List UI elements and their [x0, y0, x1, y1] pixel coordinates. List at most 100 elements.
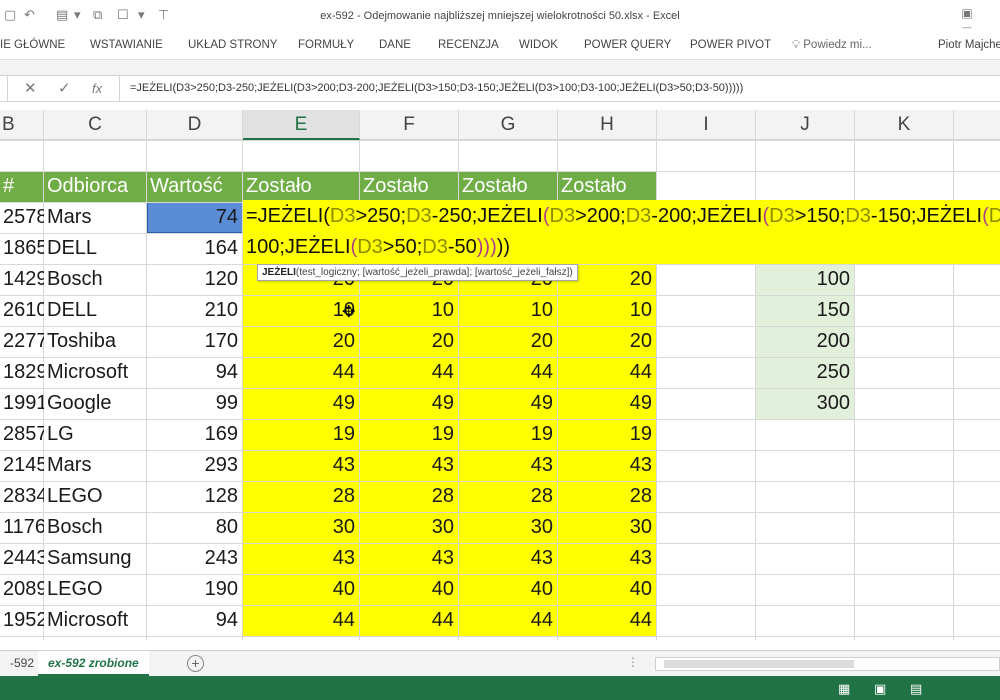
table-cell-d[interactable]: 210	[147, 295, 243, 326]
threshold-cell[interactable]: 100	[756, 264, 855, 295]
table-cell-d[interactable]: 169	[147, 419, 243, 450]
page-break-icon[interactable]: ▤	[910, 681, 922, 697]
column-header-j[interactable]: J	[756, 110, 855, 140]
table-cell-h[interactable]: 43	[558, 450, 657, 481]
column-header-e[interactable]: E	[243, 110, 360, 140]
table-cell-c[interactable]: LEGO	[44, 574, 147, 605]
table-cell-e[interactable]: 28	[243, 481, 360, 512]
table-cell-d[interactable]: 170	[147, 326, 243, 357]
table-cell-e[interactable]: 30	[243, 512, 360, 543]
table-cell-d[interactable]: 243	[147, 543, 243, 574]
add-sheet-icon[interactable]: +	[187, 655, 204, 672]
table-cell-c[interactable]: LEGO	[44, 481, 147, 512]
table-cell-b[interactable]: 2089	[0, 574, 44, 605]
table-cell-f[interactable]: 30	[360, 512, 459, 543]
tab-formulas[interactable]: FORMUŁY	[298, 39, 354, 51]
table-cell-c[interactable]: Bosch	[44, 264, 147, 295]
table-cell-g[interactable]: 10	[459, 295, 558, 326]
table-cell-d[interactable]: 164	[147, 233, 243, 264]
table-cell-b[interactable]: 2834	[0, 481, 44, 512]
restore-icon[interactable]: ▣	[958, 6, 976, 22]
worksheet-grid[interactable]: # Odbiorca Wartość Zostało Zostało Zosta…	[0, 140, 1000, 640]
table-cell-e[interactable]: 49	[243, 388, 360, 419]
table-cell-h[interactable]: 19	[558, 419, 657, 450]
table-cell-f[interactable]: 40	[360, 574, 459, 605]
table-cell-d[interactable]: 190	[147, 574, 243, 605]
table-cell-d[interactable]: 80	[147, 512, 243, 543]
table-cell-c[interactable]: Microsoft	[44, 605, 147, 636]
column-header-f[interactable]: F	[360, 110, 459, 140]
table-cell-h[interactable]: 40	[558, 574, 657, 605]
table-cell-b[interactable]: 2277	[0, 326, 44, 357]
table-cell-g[interactable]: 28	[459, 481, 558, 512]
table-cell-f[interactable]: 43	[360, 450, 459, 481]
table-cell-d[interactable]: 74	[147, 202, 243, 233]
tab-power-pivot[interactable]: POWER PIVOT	[690, 39, 771, 51]
tab-review[interactable]: RECENZJA	[438, 39, 499, 51]
table-cell-g[interactable]: 20	[459, 326, 558, 357]
cell-edit-box[interactable]: =JEŻELI(D3>250;D3-250;JEŻELI(D3>200;D3-2…	[243, 200, 1000, 264]
table-cell-f[interactable]: 44	[360, 357, 459, 388]
table-cell-h[interactable]: 49	[558, 388, 657, 419]
table-cell-f[interactable]: 43	[360, 543, 459, 574]
table-cell-b[interactable]: 2610	[0, 295, 44, 326]
more-tabs-icon[interactable]: ⋮	[627, 655, 639, 669]
column-header-h[interactable]: H	[558, 110, 657, 140]
table-cell-c[interactable]: Mars	[44, 450, 147, 481]
horizontal-scrollbar[interactable]	[655, 657, 1000, 671]
table-cell-f[interactable]: 44	[360, 605, 459, 636]
table-cell-d[interactable]: 120	[147, 264, 243, 295]
table-cell-e[interactable]: 19	[243, 419, 360, 450]
table-cell-g[interactable]: 49	[459, 388, 558, 419]
tab-data[interactable]: DANE	[379, 39, 411, 51]
tab-insert[interactable]: WSTAWIANIE	[90, 39, 163, 51]
table-cell-d[interactable]: 99	[147, 388, 243, 419]
table-cell-c[interactable]: Bosch	[44, 512, 147, 543]
table-cell-h[interactable]: 30	[558, 512, 657, 543]
tab-page-layout[interactable]: UKŁAD STRONY	[188, 39, 277, 51]
table-cell-c[interactable]: Samsung	[44, 543, 147, 574]
table-cell-b[interactable]: 1952	[0, 605, 44, 636]
table-cell-b[interactable]: 1865	[0, 233, 44, 264]
table-cell-g[interactable]: 43	[459, 450, 558, 481]
table-cell-g[interactable]: 30	[459, 512, 558, 543]
enter-icon[interactable]: ✓	[58, 79, 71, 97]
column-header-d[interactable]: D	[147, 110, 243, 140]
table-cell-f[interactable]: 49	[360, 388, 459, 419]
name-box[interactable]	[0, 76, 8, 101]
tooltip-function-name[interactable]: JEŻELI	[262, 267, 296, 278]
table-cell-c[interactable]: Mars	[44, 202, 147, 233]
table-cell-c[interactable]: Microsoft	[44, 357, 147, 388]
table-cell-b[interactable]: 1176	[0, 512, 44, 543]
table-cell-b[interactable]: 2578	[0, 202, 44, 233]
table-cell-f[interactable]: 20	[360, 326, 459, 357]
table-cell-b[interactable]: 1829	[0, 357, 44, 388]
table-cell-c[interactable]: Google	[44, 388, 147, 419]
table-cell-h[interactable]: 44	[558, 605, 657, 636]
table-cell-g[interactable]: 44	[459, 605, 558, 636]
table-cell-h[interactable]: 20	[558, 326, 657, 357]
table-cell-e[interactable]: 44	[243, 357, 360, 388]
table-cell-b[interactable]: 2145	[0, 450, 44, 481]
scrollbar-thumb[interactable]	[664, 660, 854, 668]
table-cell-f[interactable]: 28	[360, 481, 459, 512]
table-cell-e[interactable]: 44	[243, 605, 360, 636]
formula-input[interactable]: =JEŻELI(D3>250;D3-250;JEŻELI(D3>200;D3-2…	[130, 82, 743, 94]
page-layout-icon[interactable]: ▣	[874, 681, 886, 697]
table-cell-d[interactable]: 94	[147, 357, 243, 388]
table-cell-c[interactable]: Toshiba	[44, 326, 147, 357]
table-cell-c[interactable]: DELL	[44, 233, 147, 264]
table-cell-c[interactable]: DELL	[44, 295, 147, 326]
table-cell-h[interactable]: 43	[558, 543, 657, 574]
normal-view-icon[interactable]: ▦	[838, 681, 850, 697]
column-header-i[interactable]: I	[657, 110, 756, 140]
threshold-cell[interactable]: 200	[756, 326, 855, 357]
threshold-cell[interactable]: 150	[756, 295, 855, 326]
function-tooltip[interactable]: JEŻELI(test_logiczny; [wartość_jeżeli_pr…	[257, 264, 578, 281]
table-cell-e[interactable]: 43	[243, 450, 360, 481]
table-cell-e[interactable]: 20	[243, 326, 360, 357]
tab-view[interactable]: WIDOK	[519, 39, 558, 51]
table-cell-f[interactable]: 19	[360, 419, 459, 450]
table-cell-d[interactable]: 94	[147, 605, 243, 636]
table-cell-b[interactable]: 1429	[0, 264, 44, 295]
